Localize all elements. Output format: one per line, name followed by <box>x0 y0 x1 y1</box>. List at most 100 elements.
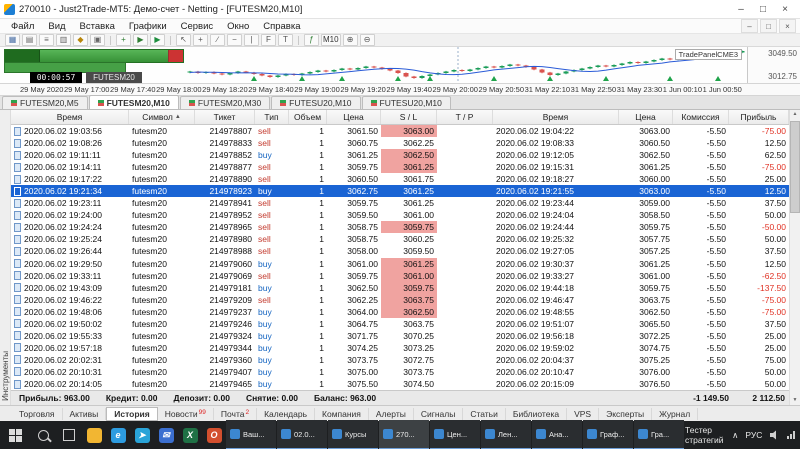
table-row[interactable]: 2020.06.02 19:14:11futesm20214978877sell… <box>11 161 789 173</box>
toolbox-tab-алерты[interactable]: Алерты <box>369 408 414 420</box>
menu-item-4[interactable]: Сервис <box>174 21 221 32</box>
cursor-icon[interactable]: ↖ <box>176 34 191 46</box>
header-symbol[interactable]: Символ▲ <box>129 110 195 124</box>
close-button[interactable]: × <box>774 1 796 17</box>
search-icon[interactable] <box>30 421 56 449</box>
menu-item-1[interactable]: Вид <box>41 21 72 32</box>
chart-tab-0[interactable]: FUTESM20,M5 <box>2 96 88 109</box>
taskbar-window-5[interactable]: Лен... <box>481 420 531 449</box>
new-chart-icon[interactable]: ▦ <box>5 34 20 46</box>
trade-panel-close-button[interactable] <box>168 50 183 62</box>
scrollbar-thumb[interactable] <box>790 121 800 213</box>
table-row[interactable]: 2020.06.02 19:57:18futesm20214979344buy1… <box>11 342 789 354</box>
taskbar-window-8[interactable]: Гра... <box>634 420 684 449</box>
trendline-icon[interactable]: ∕ <box>210 34 225 46</box>
table-row[interactable]: 2020.06.02 19:48:06futesm20214979237buy1… <box>11 306 789 318</box>
toolbox-tab-статьи[interactable]: Статьи <box>463 408 506 420</box>
taskbar-window-1[interactable]: 02.0... <box>277 420 327 449</box>
toolbox-tab-активы[interactable]: Активы <box>63 408 107 420</box>
algo-trading-icon[interactable]: ▶ <box>150 34 165 46</box>
scroll-up-icon[interactable]: ▲ <box>793 110 798 119</box>
header-type[interactable]: Тип <box>255 110 289 124</box>
minimize-button[interactable]: – <box>730 1 752 17</box>
trade-panel-sell-button[interactable] <box>5 50 40 62</box>
navigator-icon[interactable]: ◆ <box>73 34 88 46</box>
header-profit[interactable]: Прибыль <box>729 110 789 124</box>
vline-icon[interactable]: | <box>244 34 259 46</box>
task-view-icon[interactable] <box>56 421 82 449</box>
zoom-out-icon[interactable]: ⊖ <box>360 34 375 46</box>
table-row[interactable]: 2020.06.02 19:46:22futesm20214979209sell… <box>11 294 789 306</box>
explorer-icon[interactable] <box>82 421 106 449</box>
table-row[interactable]: 2020.06.02 19:55:33futesm20214979324buy1… <box>11 330 789 342</box>
toolbox-tab-журнал[interactable]: Журнал <box>652 408 698 420</box>
menu-item-0[interactable]: Файл <box>4 21 41 32</box>
chart-tab-1[interactable]: FUTESM20,M10 <box>89 95 179 109</box>
chart-tab-3[interactable]: FUTESU20,M10 <box>271 96 360 109</box>
table-row[interactable]: 2020.06.02 19:43:09futesm20214979181buy1… <box>11 282 789 294</box>
table-row[interactable]: 2020.06.02 19:21:34futesm20214978923buy1… <box>11 185 789 197</box>
header-commission[interactable]: Комиссия <box>673 110 729 124</box>
toolbox-tab-торговля[interactable]: Торговля <box>12 408 63 420</box>
table-row[interactable]: 2020.06.02 19:03:56futesm20214978807sell… <box>11 125 789 137</box>
text-label-icon[interactable]: T <box>278 34 293 46</box>
taskbar-window-6[interactable]: Ана... <box>532 420 582 449</box>
chart-profiles-icon[interactable]: ▤ <box>22 34 37 46</box>
taskbar-window-3[interactable]: 270... <box>379 420 429 449</box>
header-close_price[interactable]: Цена <box>619 110 673 124</box>
header-sl[interactable]: S / L <box>381 110 437 124</box>
toolbox-tab-эксперты[interactable]: Эксперты <box>599 408 652 420</box>
mail-icon[interactable]: ✉ <box>154 421 178 449</box>
history-table-header[interactable]: ВремяСимвол▲ТикетТипОбъемЦенаS / LT / PВ… <box>11 110 789 125</box>
edge-icon[interactable]: e <box>106 421 130 449</box>
header-tp[interactable]: T / P <box>437 110 493 124</box>
toolbox-vertical-tab[interactable]: Инструменты <box>0 110 11 405</box>
toolbox-icon[interactable]: ▣ <box>90 34 105 46</box>
crosshair-icon[interactable]: + <box>193 34 208 46</box>
table-row[interactable]: 2020.06.02 19:23:11futesm20214978941sell… <box>11 197 789 209</box>
taskbar-window-4[interactable]: Цен... <box>430 420 480 449</box>
table-row[interactable]: 2020.06.02 19:26:44futesm20214978988sell… <box>11 245 789 257</box>
table-row[interactable]: 2020.06.02 19:08:26futesm20214978833sell… <box>11 137 789 149</box>
zoom-in-icon[interactable]: ⊕ <box>343 34 358 46</box>
header-close_time[interactable]: Время <box>493 110 619 124</box>
toolbox-tab-новости[interactable]: Новости99 <box>158 408 214 420</box>
menu-item-6[interactable]: Справка <box>256 21 307 32</box>
toolbox-tab-календарь[interactable]: Календарь <box>257 408 315 420</box>
menu-item-3[interactable]: Графики <box>122 21 174 32</box>
new-order-icon[interactable]: + <box>116 34 131 46</box>
table-row[interactable]: 2020.06.02 19:25:24futesm20214978980sell… <box>11 233 789 245</box>
toolbox-tab-библиотека[interactable]: Библиотека <box>506 408 567 420</box>
tray-chevron-icon[interactable]: ∧ <box>732 430 738 441</box>
hline-icon[interactable]: − <box>227 34 242 46</box>
taskbar-window-7[interactable]: Граф... <box>583 420 633 449</box>
menu-item-5[interactable]: Окно <box>220 21 256 32</box>
language-indicator[interactable]: РУС <box>745 430 762 440</box>
maximize-button[interactable]: □ <box>752 1 774 17</box>
header-open_time[interactable]: Время <box>11 110 129 124</box>
table-row[interactable]: 2020.06.02 19:17:22futesm20214978890sell… <box>11 173 789 185</box>
table-row[interactable]: 2020.06.02 19:11:11futesm20214978852buy1… <box>11 149 789 161</box>
trade-panel[interactable] <box>4 49 184 63</box>
toolbox-tab-почта[interactable]: Почта2 <box>214 408 257 420</box>
vertical-scrollbar[interactable]: ▲ ▼ <box>789 110 800 405</box>
toolbox-tab-vps[interactable]: VPS <box>567 408 599 420</box>
market-watch-icon[interactable]: ≡ <box>39 34 54 46</box>
excel-icon[interactable]: X <box>178 421 202 449</box>
timeframes-icon[interactable]: M10 <box>321 34 341 46</box>
fibonacci-icon[interactable]: F <box>261 34 276 46</box>
table-row[interactable]: 2020.06.02 19:24:00futesm20214978952sell… <box>11 209 789 221</box>
taskbar-window-2[interactable]: Курсы <box>328 420 378 449</box>
toolbox-tab-сигналы[interactable]: Сигналы <box>414 408 463 420</box>
table-row[interactable]: 2020.06.02 19:24:24futesm20214978965sell… <box>11 221 789 233</box>
table-row[interactable]: 2020.06.02 20:14:05futesm20214979465buy1… <box>11 378 789 390</box>
chart-area[interactable]: 00:00:57 FUTESM20 TradePanelCME3 3049.50… <box>0 47 800 84</box>
toolbox-tab-история[interactable]: История <box>106 407 157 421</box>
chart-close-button[interactable]: × <box>779 19 796 33</box>
chart-minimize-button[interactable]: – <box>741 19 758 33</box>
table-row[interactable]: 2020.06.02 20:02:31futesm20214979360buy1… <box>11 354 789 366</box>
menu-item-2[interactable]: Вставка <box>73 21 122 32</box>
toolbox-tab-компания[interactable]: Компания <box>315 408 369 420</box>
table-row[interactable]: 2020.06.02 20:10:31futesm20214979407buy1… <box>11 366 789 378</box>
table-row[interactable]: 2020.06.02 19:50:02futesm20214979246buy1… <box>11 318 789 330</box>
